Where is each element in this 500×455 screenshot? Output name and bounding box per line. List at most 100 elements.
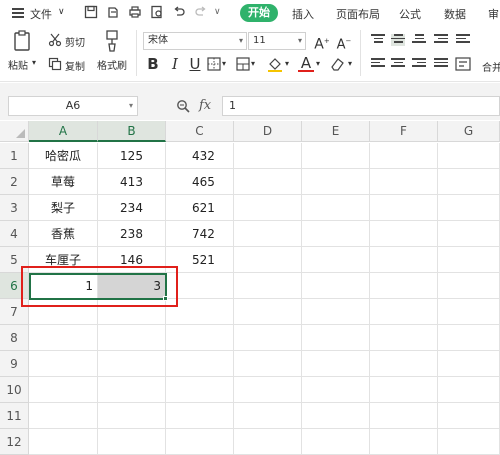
cell-g5[interactable]	[438, 247, 500, 273]
cell-c9[interactable]	[166, 351, 234, 377]
align-center-icon[interactable]	[391, 58, 405, 70]
cell-f1[interactable]	[370, 143, 438, 169]
cell-e2[interactable]	[302, 169, 370, 195]
cell-b11[interactable]	[98, 403, 166, 429]
column-header-e[interactable]: E	[302, 121, 370, 142]
font-size-select[interactable]: 11 ▾	[248, 32, 306, 50]
merge-dropdown-icon[interactable]: ▾	[251, 59, 255, 68]
column-header-c[interactable]: C	[166, 121, 234, 142]
cell-e10[interactable]	[302, 377, 370, 403]
indent-icon[interactable]	[434, 34, 448, 46]
cell-a12[interactable]	[29, 429, 98, 455]
tab-review[interactable]: 审	[488, 6, 499, 22]
row-header-12[interactable]: 12	[0, 429, 29, 455]
decrease-font-icon[interactable]: A−	[336, 32, 352, 54]
cell-a6[interactable]: 1	[29, 273, 98, 299]
cell-g7[interactable]	[438, 299, 500, 325]
cell-e6[interactable]	[302, 273, 370, 299]
select-all-corner[interactable]	[0, 121, 29, 142]
cell-d11[interactable]	[234, 403, 302, 429]
cell-g8[interactable]	[438, 325, 500, 351]
cell-f3[interactable]	[370, 195, 438, 221]
row-header-10[interactable]: 10	[0, 377, 29, 403]
cell-c6[interactable]	[166, 273, 234, 299]
row-header-11[interactable]: 11	[0, 403, 29, 429]
cell-e7[interactable]	[302, 299, 370, 325]
row-header-6[interactable]: 6	[0, 273, 29, 299]
fill-handle[interactable]	[163, 296, 168, 301]
cell-f7[interactable]	[370, 299, 438, 325]
row-header-7[interactable]: 7	[0, 299, 29, 325]
row-header-8[interactable]: 8	[0, 325, 29, 351]
cell-c3[interactable]: 621	[166, 195, 234, 221]
row-header-9[interactable]: 9	[0, 351, 29, 377]
cell-d10[interactable]	[234, 377, 302, 403]
cell-f6[interactable]	[370, 273, 438, 299]
cell-c4[interactable]: 742	[166, 221, 234, 247]
copy-icon[interactable]	[48, 57, 62, 71]
cell-d1[interactable]	[234, 143, 302, 169]
cell-b6[interactable]: 3	[98, 273, 166, 299]
increase-font-icon[interactable]: A+	[314, 32, 330, 54]
cell-d9[interactable]	[234, 351, 302, 377]
cell-a8[interactable]	[29, 325, 98, 351]
cell-b8[interactable]	[98, 325, 166, 351]
cell-g2[interactable]	[438, 169, 500, 195]
align-top-icon[interactable]	[371, 34, 385, 46]
format-painter-icon[interactable]	[104, 30, 120, 52]
cell-c2[interactable]: 465	[166, 169, 234, 195]
file-menu[interactable]: 文件	[30, 6, 52, 22]
cell-c12[interactable]	[166, 429, 234, 455]
cell-a1[interactable]: 哈密瓜	[29, 143, 98, 169]
chevron-down-icon[interactable]: ∨	[58, 7, 65, 17]
cell-a3[interactable]: 梨子	[29, 195, 98, 221]
cell-b4[interactable]: 238	[98, 221, 166, 247]
clear-dropdown-icon[interactable]: ▾	[348, 59, 352, 68]
undo-icon[interactable]	[172, 5, 186, 19]
font-color-icon[interactable]: A	[298, 54, 314, 72]
cell-a10[interactable]	[29, 377, 98, 403]
column-header-a[interactable]: A	[29, 121, 98, 142]
cell-b3[interactable]: 234	[98, 195, 166, 221]
cell-b10[interactable]	[98, 377, 166, 403]
cell-c11[interactable]	[166, 403, 234, 429]
tab-formulas[interactable]: 公式	[399, 6, 421, 22]
cell-f8[interactable]	[370, 325, 438, 351]
cell-b12[interactable]	[98, 429, 166, 455]
paste-dropdown-icon[interactable]: ▾	[32, 58, 36, 67]
italic-icon[interactable]: I	[167, 55, 183, 73]
cell-f4[interactable]	[370, 221, 438, 247]
cell-d12[interactable]	[234, 429, 302, 455]
fill-color-icon[interactable]	[267, 56, 283, 72]
cell-e8[interactable]	[302, 325, 370, 351]
cell-g11[interactable]	[438, 403, 500, 429]
tab-insert[interactable]: 插入	[292, 6, 314, 22]
row-header-1[interactable]: 1	[0, 143, 29, 169]
cell-f5[interactable]	[370, 247, 438, 273]
cell-g6[interactable]	[438, 273, 500, 299]
cell-d7[interactable]	[234, 299, 302, 325]
cut-button[interactable]: 剪切	[65, 34, 85, 49]
cell-c5[interactable]: 521	[166, 247, 234, 273]
align-middle-icon[interactable]	[391, 34, 405, 46]
copy-button[interactable]: 复制	[65, 58, 85, 73]
underline-icon[interactable]: U	[187, 55, 203, 73]
font-color-dropdown-icon[interactable]: ▾	[316, 59, 320, 68]
cell-e3[interactable]	[302, 195, 370, 221]
cell-c1[interactable]: 432	[166, 143, 234, 169]
cell-f2[interactable]	[370, 169, 438, 195]
redo-icon[interactable]	[194, 5, 208, 19]
hamburger-menu-icon[interactable]	[12, 8, 24, 18]
quick-access-more-icon[interactable]: ∨	[214, 7, 221, 17]
cell-f9[interactable]	[370, 351, 438, 377]
tab-data[interactable]: 数据	[444, 6, 466, 22]
clear-format-icon[interactable]	[330, 56, 346, 72]
cell-a11[interactable]	[29, 403, 98, 429]
name-box[interactable]: A6 ▾	[8, 96, 138, 116]
cell-c8[interactable]	[166, 325, 234, 351]
outdent-icon[interactable]	[456, 34, 470, 46]
wrap-text-icon[interactable]	[455, 56, 471, 72]
align-bottom-icon[interactable]	[412, 34, 426, 46]
cell-b2[interactable]: 413	[98, 169, 166, 195]
cell-c7[interactable]	[166, 299, 234, 325]
